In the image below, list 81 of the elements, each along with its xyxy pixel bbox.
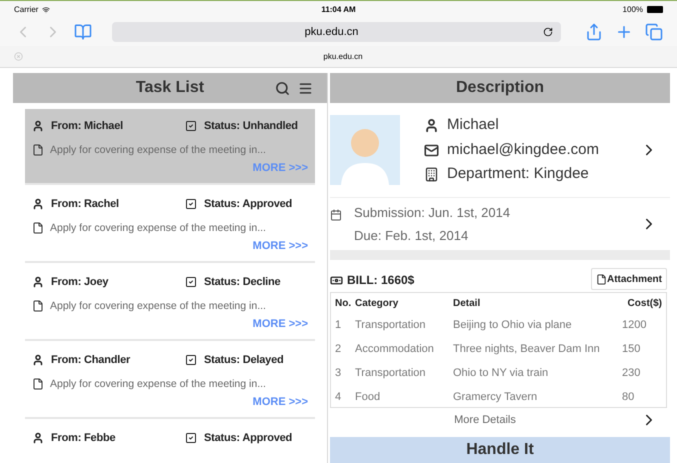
avatar-placeholder [330, 115, 400, 185]
table-cell-text: 80 [622, 390, 636, 405]
checkbox-icon [185, 432, 197, 444]
banknote-icon [330, 274, 343, 286]
table-cell-text: Transportation [355, 366, 427, 381]
submission-date: Submission: Jun. 1st, 2014 [354, 204, 512, 222]
table-cell-text: Accommodation [355, 342, 435, 357]
contact-name: Michael [447, 115, 499, 136]
status-label: Status: Decline [204, 275, 280, 290]
bill-total: BILL: 1660$ [347, 272, 414, 289]
panel-title: Task List [136, 78, 204, 98]
menu-icon[interactable] [298, 80, 313, 96]
share-icon[interactable] [585, 23, 603, 41]
checkbox-icon [185, 276, 197, 288]
table-cell-text: 1200 [622, 318, 648, 333]
new-tab-icon[interactable] [615, 23, 633, 41]
table-cell-text: Gramercy Tavern [453, 390, 538, 405]
status-label: Status: Unhandled [204, 119, 298, 134]
building-icon [424, 167, 439, 182]
document-icon [32, 378, 44, 390]
bookmarks-icon[interactable] [74, 23, 92, 41]
column-header: Cost($) [628, 296, 662, 310]
reload-icon[interactable] [543, 27, 553, 37]
table-cell-text: Three nights, Beaver Dam Inn [453, 342, 601, 357]
attachment-button[interactable]: Attachment [590, 268, 667, 290]
checkbox-icon [185, 198, 197, 210]
checkbox-icon [185, 354, 197, 366]
battery-icon [647, 6, 664, 13]
handle-it-button[interactable]: Handle It [330, 437, 670, 463]
document-icon [32, 300, 44, 312]
user-icon [32, 120, 44, 132]
status-label: Status: Delayed [204, 353, 284, 368]
sender-label: From: Febbe [51, 431, 116, 446]
clock: 11:04 AM [321, 4, 356, 16]
sender-label: From: Michael [51, 119, 124, 134]
task-summary: Apply for covering expense of the meeting in... [50, 220, 266, 236]
table-cell-text: Beijing to Ohio via plane [453, 318, 573, 333]
checkbox-icon [185, 120, 197, 132]
contact-email: michael@kingdee.com [447, 140, 599, 160]
task-item[interactable]: From: Michael Status: Unhandled Apply for covering expense of the meeting in... MORE >>> [25, 109, 315, 185]
column-header: Detail [453, 296, 482, 310]
table-cell-text: 150 [622, 342, 642, 357]
document-icon [32, 222, 44, 234]
user-icon [424, 118, 439, 133]
more-details-row[interactable]: More Details [330, 408, 670, 432]
task-summary: Apply for covering expense of the meeting in... [50, 298, 266, 314]
task-summary: Apply for covering expense of the meeting in... [50, 376, 266, 392]
table-cell-text: 4 [335, 390, 342, 405]
document-icon [596, 274, 607, 284]
tabs-icon[interactable] [645, 23, 663, 41]
table-cell-text: 230 [622, 366, 642, 381]
user-icon [32, 354, 44, 366]
contact-department: Department: Kingdee [447, 164, 589, 184]
mail-icon [424, 142, 439, 158]
table-cell-text: 2 [335, 342, 342, 357]
document-icon [32, 144, 44, 156]
status-label: Status: Approved [204, 197, 292, 212]
wifi-icon [42, 6, 50, 14]
sender-label: From: Joey [51, 275, 110, 290]
table-cell-text: 3 [335, 366, 342, 381]
battery-label: 100% [622, 4, 644, 16]
table-cell-text: Ohio to NY via train [453, 366, 550, 381]
address-bar[interactable]: pku.edu.cn [112, 22, 561, 42]
column-header: Category [355, 296, 400, 310]
user-icon [32, 432, 44, 444]
carrier-label: Carrier [14, 4, 38, 16]
user-icon [32, 276, 44, 288]
sender-label: From: Chandler [51, 353, 132, 368]
table-cell-text: Food [355, 390, 382, 405]
search-icon[interactable] [275, 80, 290, 96]
due-date: Due: Feb. 1st, 2014 [354, 227, 470, 245]
calendar-icon [330, 209, 342, 221]
status-label: Status: Approved [204, 431, 292, 446]
table-cell-text: 1 [335, 318, 342, 333]
task-summary: Apply for covering expense of the meeting in... [50, 142, 266, 158]
profile-row[interactable]: Michael michael@kingdee.com Department: Kingdee [330, 103, 670, 197]
table-cell-text: Transportation [355, 318, 427, 333]
column-header: No. [335, 296, 352, 310]
user-icon [32, 198, 44, 210]
sender-label: From: Rachel [51, 197, 120, 212]
panel-title: Description [454, 78, 545, 98]
